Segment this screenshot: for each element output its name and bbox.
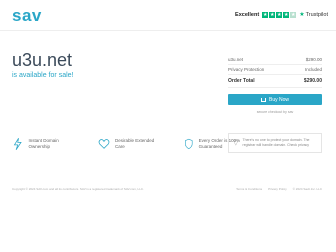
- price-row-value: Included: [304, 67, 322, 72]
- feature-text: Every Order is 100% Guaranteed: [198, 138, 241, 149]
- trustpilot-label: ★ Trustpilot: [299, 11, 328, 19]
- trust-rating: Excellent: [235, 11, 260, 18]
- star-icon: ★: [290, 11, 297, 18]
- domain-name: u3u.net: [12, 50, 73, 70]
- trustpilot-star-icon: ★: [299, 12, 305, 18]
- order-total-value: $290.00: [303, 78, 322, 84]
- feature-item: Desirable Extended Care: [98, 136, 158, 152]
- bolt-icon: [13, 138, 22, 150]
- trustpilot-badge[interactable]: Excellent ★ ★ ★ ★ ★ ★ Trustpilot: [235, 11, 328, 18]
- header-divider: [0, 30, 336, 31]
- star-icon: ★: [283, 11, 290, 18]
- feature-item: Instant Domain Ownership: [12, 136, 72, 152]
- order-total-label: Order Total: [228, 78, 255, 84]
- price-row: Privacy Protection Included: [228, 65, 322, 75]
- rating-stars: ★ ★ ★ ★ ★: [262, 11, 297, 18]
- shield-icon: [185, 138, 193, 150]
- price-row-value: $290.00: [305, 57, 322, 62]
- star-icon: ★: [269, 11, 276, 18]
- footer-copyright: Copyright © 2024 SAV.com and all its con…: [12, 187, 144, 191]
- price-row-label: u3u.net: [228, 57, 244, 62]
- footer-link-terms[interactable]: Terms & Conditions: [236, 187, 262, 191]
- price-row-label: Privacy Protection: [228, 67, 265, 72]
- star-icon: ★: [262, 11, 269, 18]
- price-row: u3u.net $290.00: [228, 55, 322, 65]
- feature-text: Instant Domain Ownership: [28, 138, 59, 149]
- features-list: Instant Domain Ownership Desirable Exten…: [12, 136, 244, 152]
- payment-note: secure checkout by sav: [256, 110, 294, 114]
- buy-now-label: Buy Now: [268, 96, 289, 103]
- footer-link-copyright: © 2024 Savit.Inc. LLC: [292, 187, 322, 191]
- star-icon: ★: [276, 11, 283, 18]
- buy-now-button[interactable]: Buy Now: [228, 94, 322, 105]
- trustpilot-name: Trustpilot: [305, 11, 328, 18]
- footer-link-privacy[interactable]: Privacy Policy: [268, 187, 287, 191]
- for-sale-text: is available for sale!: [12, 72, 74, 79]
- feature-text: Desirable Extended Care: [114, 138, 155, 149]
- feature-item: Every Order is 100% Guaranteed: [184, 136, 244, 152]
- sav-logo[interactable]: sav: [12, 6, 42, 26]
- price-panel: u3u.net $290.00 Privacy Protection Inclu…: [228, 55, 322, 114]
- notice-text: There's no one to protect your domain. T…: [242, 138, 310, 147]
- heart-icon: [98, 139, 110, 149]
- cart-icon: [260, 97, 266, 102]
- footer-links: Terms & Conditions Privacy Policy © 2024…: [236, 187, 322, 191]
- order-total-row: Order Total $290.00: [228, 75, 322, 88]
